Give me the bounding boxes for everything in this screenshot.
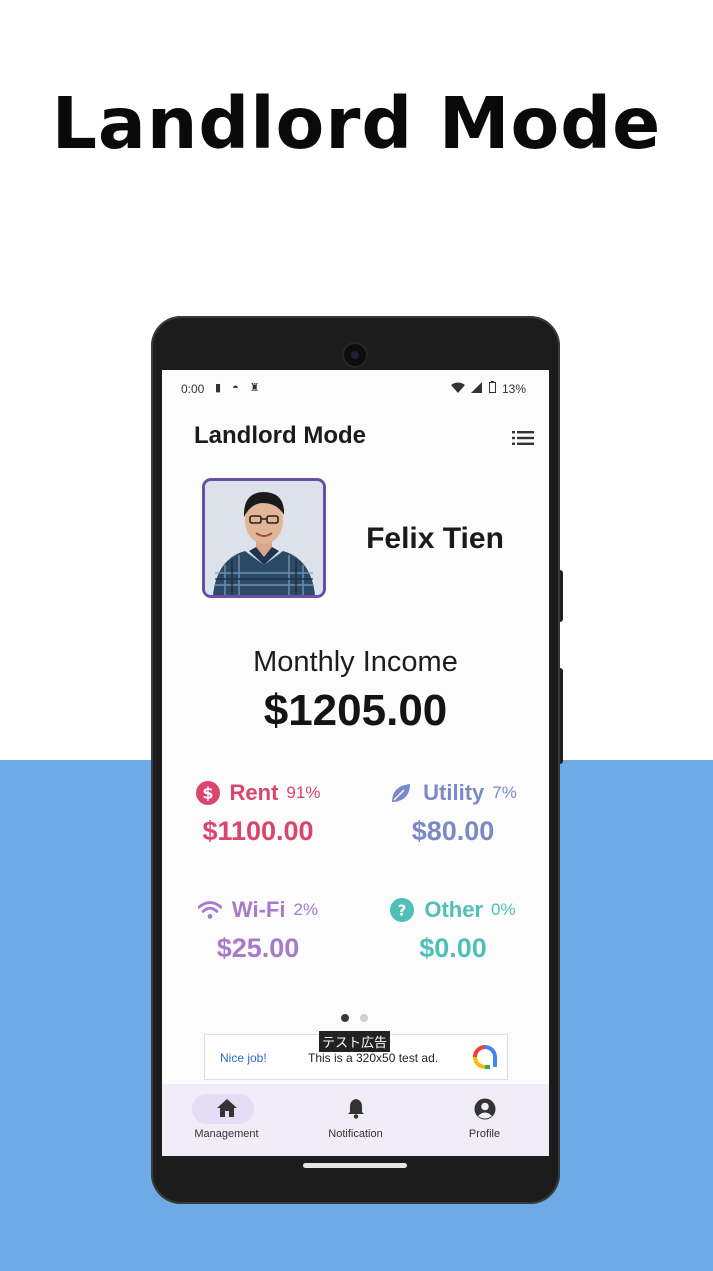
camera-icon xyxy=(344,344,366,366)
nav-label: Profile xyxy=(468,1128,501,1140)
dollar-circle-icon: $ xyxy=(195,781,220,805)
ad-body-text: This is a 320x50 test ad. xyxy=(308,1051,439,1065)
user-name: Felix Tien xyxy=(366,522,504,555)
monthly-income-label: Monthly Income xyxy=(253,646,458,678)
category-amount: $1100.00 xyxy=(202,816,314,846)
category-wifi[interactable]: Wi-Fi 2% $25.00 xyxy=(168,897,348,964)
category-name: Wi-Fi xyxy=(231,897,286,922)
cell-signal-icon xyxy=(471,382,485,396)
category-amount: $25.00 xyxy=(216,933,300,963)
account-circle-icon xyxy=(420,1098,549,1120)
battery-icon xyxy=(488,381,499,396)
category-name: Other xyxy=(424,897,484,922)
category-name: Rent xyxy=(229,780,279,805)
status-time: 0:00 xyxy=(181,382,205,396)
status-right-icons: 13% xyxy=(448,381,526,396)
monthly-income-value: $1205.00 xyxy=(263,686,448,735)
category-amount: $0.00 xyxy=(419,933,487,963)
list-icon[interactable] xyxy=(512,430,534,446)
leaf-icon xyxy=(389,781,413,805)
category-name: Utility xyxy=(423,780,485,805)
battery-percent: 13% xyxy=(501,382,526,396)
app-title: Landlord Mode xyxy=(194,422,366,449)
category-rent[interactable]: $ Rent 91% $1100.00 xyxy=(168,780,348,847)
svg-text:?: ? xyxy=(398,902,407,920)
category-utility[interactable]: Utility 7% $80.00 xyxy=(363,780,543,847)
hero-title: Landlord Mode xyxy=(51,82,662,165)
pager-dot-active[interactable] xyxy=(341,1014,349,1022)
avatar[interactable] xyxy=(202,478,326,598)
category-percent: 2% xyxy=(293,900,319,919)
category-percent: 7% xyxy=(492,783,517,802)
wifi-signal-icon xyxy=(450,382,468,396)
category-other[interactable]: ? Other 0% $0.00 xyxy=(363,897,543,964)
gesture-home-bar[interactable] xyxy=(303,1163,407,1168)
category-percent: 0% xyxy=(491,900,516,919)
phone-frame: 0:00 ▮ ◓ ♜ 13% Landlord Mode Felix Tien … xyxy=(151,316,560,1204)
wifi-icon xyxy=(197,898,222,922)
nav-label: Management xyxy=(194,1128,259,1140)
ad-logo-icon xyxy=(473,1045,497,1069)
category-amount: $80.00 xyxy=(411,816,495,846)
bell-icon xyxy=(291,1098,420,1120)
nav-label: Notification xyxy=(328,1128,383,1140)
test-ad-banner[interactable]: Nice job! This is a 320x50 test ad. テスト広… xyxy=(204,1031,508,1080)
nav-profile[interactable]: Profile xyxy=(420,1084,549,1156)
bottom-navigation: Management Notification Profile xyxy=(162,1084,549,1156)
home-icon xyxy=(162,1098,291,1120)
category-percent: 91% xyxy=(286,783,321,802)
pager-dot[interactable] xyxy=(360,1014,368,1022)
nav-management[interactable]: Management xyxy=(162,1084,291,1156)
question-circle-icon: ? xyxy=(390,898,415,922)
ad-test-tag: テスト広告 xyxy=(319,1031,391,1052)
app-screen: 0:00 ▮ ◓ ♜ 13% Landlord Mode Felix Tien … xyxy=(162,370,549,1156)
nav-notification[interactable]: Notification xyxy=(291,1084,420,1156)
svg-text:$: $ xyxy=(202,784,213,803)
status-notification-icons: ▮ ◓ ♜ xyxy=(215,382,264,394)
status-bar: 0:00 ▮ ◓ ♜ 13% xyxy=(162,370,549,402)
ad-nice-job: Nice job! xyxy=(220,1051,267,1065)
